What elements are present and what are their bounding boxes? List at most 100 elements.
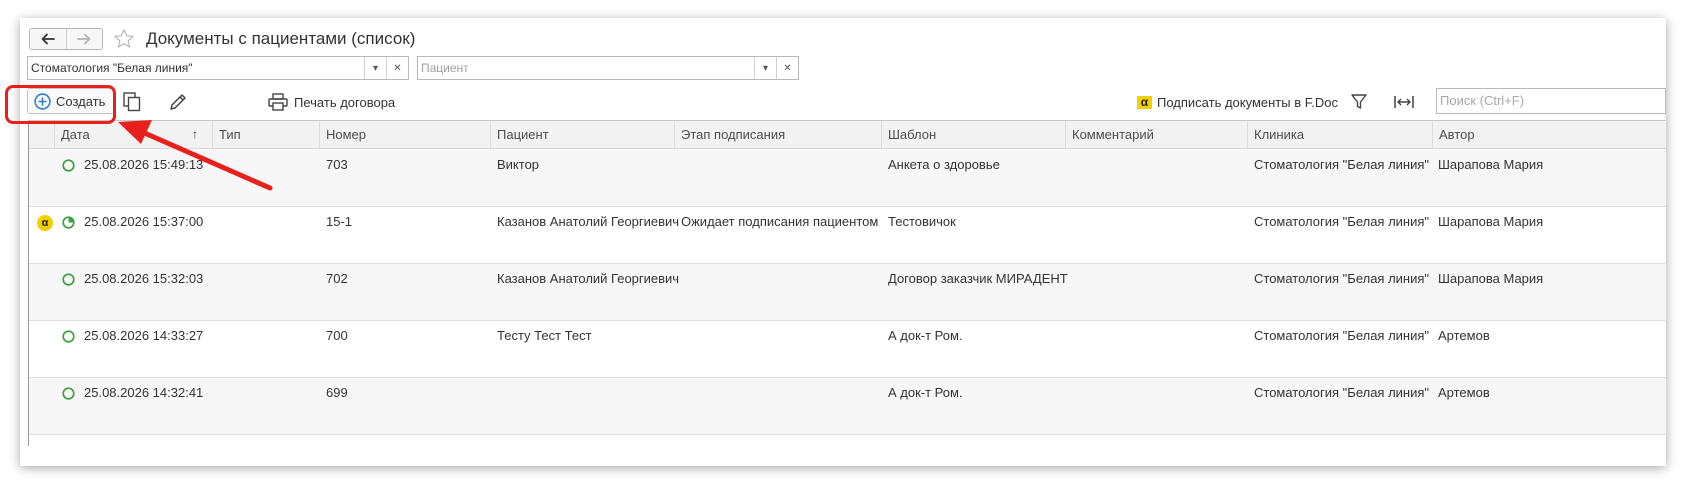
cell-clinic: Стоматология "Белая линия" [1254,328,1430,343]
clinic-dropdown-button[interactable]: ▾ [364,57,386,79]
status-open-icon [62,330,75,343]
cell-number: 15-1 [326,214,353,229]
cell-author: Артемов [1438,385,1490,400]
cell-patient: Виктор [497,157,540,172]
column-header-type[interactable]: Тип [212,121,319,149]
column-header-comment[interactable]: Комментарий [1065,121,1247,149]
column-header-label: Шаблон [888,127,937,142]
arrow-left-icon [41,33,55,45]
cell-date: 25.08.2026 15:32:03 [84,271,204,286]
status-open-icon [62,387,75,400]
column-header-number[interactable]: Номер [319,121,490,149]
sign-fdoc-button[interactable]: α Подписать документы в F.Doc [1137,90,1338,114]
arrow-right-icon [77,33,91,45]
copy-button[interactable] [119,90,145,114]
clinic-filter[interactable]: Стоматология "Белая линия" ▾ ✕ [27,56,409,80]
cell-number: 699 [326,385,348,400]
table-row[interactable]: 25.08.2026 15:49:13 703 Виктор Анкета о … [29,150,1666,207]
cell-template: Анкета о здоровье [888,157,1000,172]
print-contract-button[interactable]: Печать договора [268,90,395,114]
print-contract-label: Печать договора [294,94,396,110]
cell-clinic: Стоматология "Белая линия" [1254,214,1430,229]
column-header-label: Автор [1439,127,1475,142]
close-icon: ✕ [393,62,402,74]
patient-filter-input[interactable]: Пациент [418,57,754,79]
column-header-label: Клиника [1254,127,1305,142]
copy-icon [123,92,141,112]
status-open-icon [62,273,75,286]
cell-clinic: Стоматология "Белая линия" [1254,157,1430,172]
documents-table: Дата ↑ Тип Номер Пациент Этап подписания… [28,120,1666,446]
forward-button[interactable] [65,29,103,49]
column-header-patient[interactable]: Пациент [490,121,674,149]
fdoc-logo-icon: α [1137,95,1152,109]
fit-width-icon [1394,96,1414,108]
cell-template: Тестовичок [888,214,956,229]
cell-number: 702 [326,271,348,286]
cell-author: Шарапова Мария [1438,214,1544,229]
clinic-clear-button[interactable]: ✕ [386,57,408,79]
cell-number: 703 [326,157,348,172]
cell-date: 25.08.2026 15:49:13 [84,157,204,172]
edit-button[interactable] [165,90,191,114]
column-header-label: Комментарий [1072,127,1154,142]
documents-window: Документы с пациентами (список) Стоматол… [20,18,1666,466]
chevron-down-icon: ▾ [372,62,379,74]
column-header-stage[interactable]: Этап подписания [674,121,881,149]
history-nav [29,28,103,50]
cell-date: 25.08.2026 14:32:41 [84,385,204,400]
table-row[interactable]: 25.08.2026 14:32:41 699 А док-т Ром. Сто… [29,378,1666,435]
column-header-label: Тип [219,127,241,142]
cell-number: 700 [326,328,348,343]
cell-clinic: Стоматология "Белая линия" [1254,271,1430,286]
cell-date: 25.08.2026 14:33:27 [84,328,204,343]
column-header-date[interactable]: Дата ↑ [54,121,212,149]
column-header-label: Пациент [497,127,549,142]
chevron-down-icon: ▾ [762,62,769,74]
table-row[interactable]: 25.08.2026 15:32:03 702 Казанов Анатолий… [29,264,1666,321]
filter-button[interactable] [1346,90,1372,114]
page-title: Документы с пациентами (список) [146,29,416,48]
cell-date: 25.08.2026 15:37:00 [84,214,204,229]
column-header-clinic[interactable]: Клиника [1247,121,1432,149]
printer-icon [268,93,288,111]
fdoc-logo-icon: α [37,215,53,231]
toolbar: Создать Печать договора α Подписать доку… [20,86,1666,120]
cell-patient: Тесту Тест Тест [497,328,592,343]
cell-author: Шарапова Мария [1438,157,1544,172]
cell-author: Артемов [1438,328,1490,343]
cell-stage: Ожидает подписания пациентом [681,214,879,229]
clinic-filter-value[interactable]: Стоматология "Белая линия" [28,57,364,79]
title-bar: Документы с пациентами (список) [20,18,1666,58]
column-header-label: Этап подписания [681,127,786,142]
table-row[interactable]: 25.08.2026 14:33:27 700 Тесту Тест Тест … [29,321,1666,378]
cell-author: Шарапова Мария [1438,271,1544,286]
search-input[interactable]: Поиск (Ctrl+F) [1436,88,1666,114]
sort-ascending-icon: ↑ [192,127,198,141]
patient-clear-button[interactable]: ✕ [776,57,798,79]
status-pending-icon [62,216,75,229]
column-header-author[interactable]: Автор [1432,121,1666,149]
cell-patient: Казанов Анатолий Георгиевич [497,271,680,286]
funnel-icon [1351,94,1367,109]
patient-dropdown-button[interactable]: ▾ [754,57,776,79]
fit-width-button[interactable] [1391,90,1417,114]
favorite-star-icon[interactable] [113,28,135,50]
column-header-template[interactable]: Шаблон [881,121,1065,149]
cell-patient: Казанов Анатолий Георгиевич [497,214,680,229]
cell-template: Договор заказчик МИРАДЕНТ [888,271,1068,286]
patient-filter[interactable]: Пациент ▾ ✕ [417,56,799,80]
back-button[interactable] [30,29,66,49]
sign-fdoc-label: Подписать документы в F.Doc [1157,94,1338,110]
cell-template: А док-т Ром. [888,328,963,343]
column-header-label: Дата [61,127,90,142]
pencil-icon [170,94,186,110]
table-row[interactable]: α 25.08.2026 15:37:00 15-1 Казанов Анато… [29,207,1666,264]
status-open-icon [62,159,75,172]
create-button-highlight [5,85,116,124]
cell-clinic: Стоматология "Белая линия" [1254,385,1430,400]
close-icon: ✕ [783,62,792,74]
table-header: Дата ↑ Тип Номер Пациент Этап подписания… [29,121,1666,149]
cell-template: А док-т Ром. [888,385,963,400]
column-header-label: Номер [326,127,367,142]
